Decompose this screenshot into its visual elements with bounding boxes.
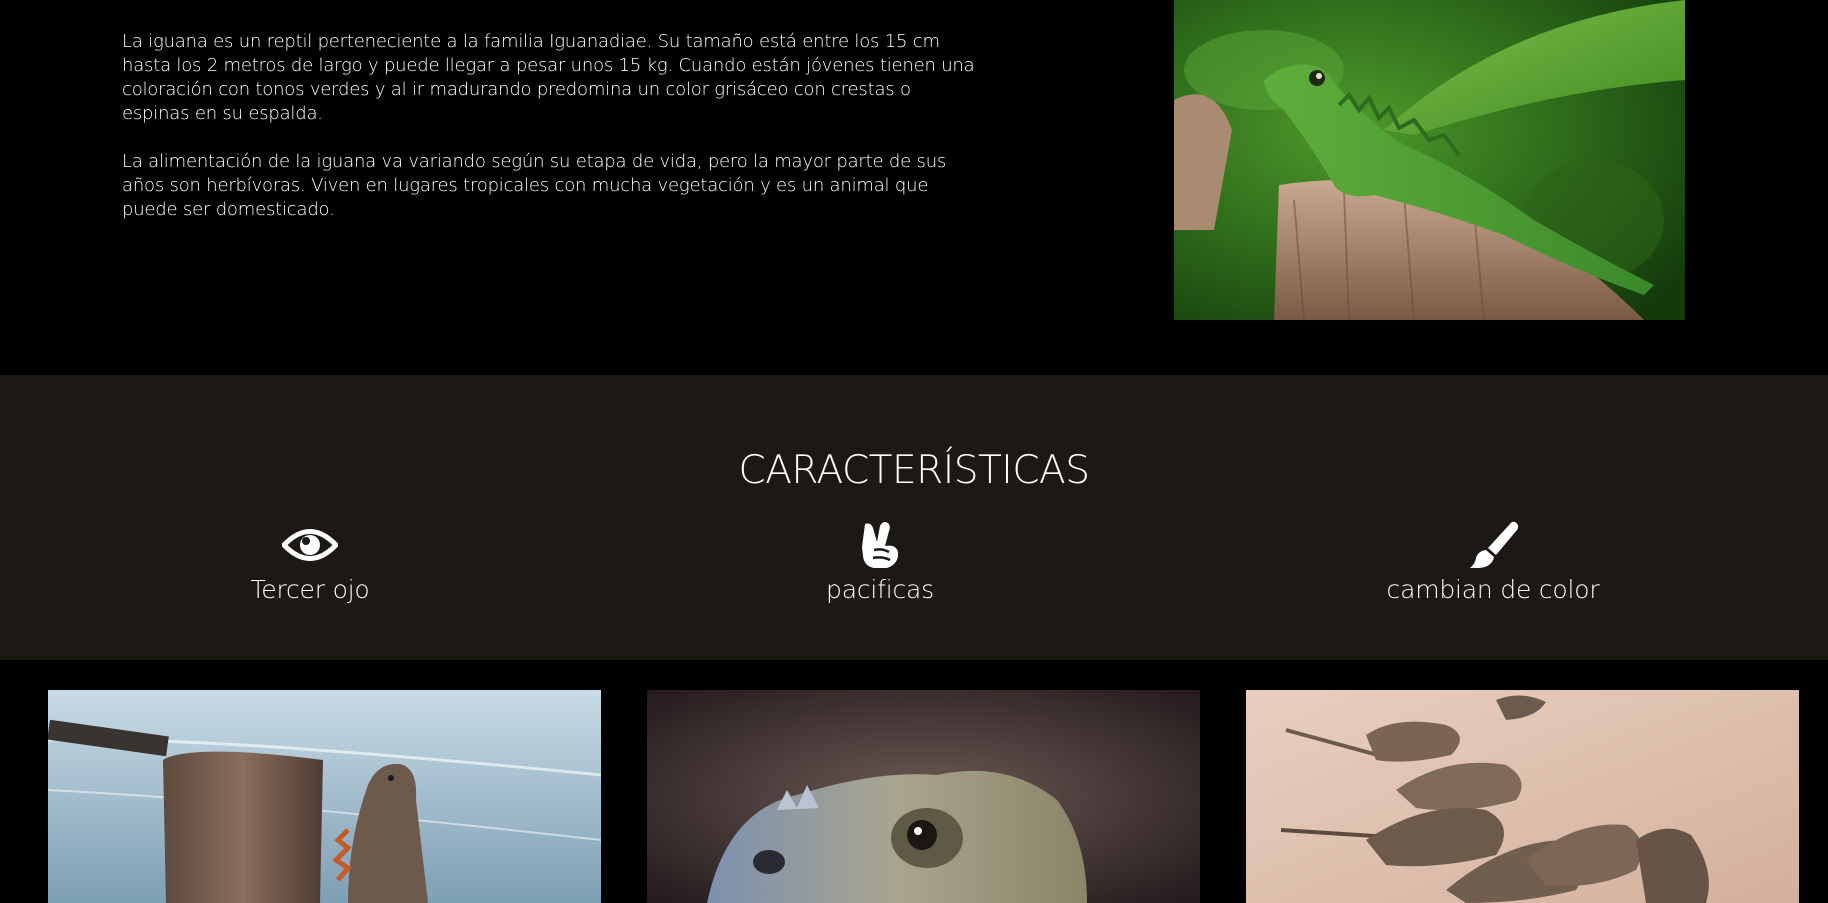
features-section: CARACTERÍSTICAS Tercer ojo pacificas cam… <box>0 375 1828 660</box>
feature-label: pacificas <box>826 575 934 604</box>
features-title: CARACTERÍSTICAS <box>738 448 1090 494</box>
iguana-beach-post-photo <box>48 690 601 903</box>
iguana-closeup-photo <box>647 690 1200 903</box>
peace-hand-icon <box>862 522 899 568</box>
gallery-section <box>0 660 1828 903</box>
eye-icon <box>282 529 338 561</box>
feature-label: Tercer ojo <box>250 575 370 604</box>
gallery-image <box>1246 690 1799 903</box>
intro-paragraph-1: La iguana es un reptil perteneciente a l… <box>122 31 975 124</box>
iguanas-on-sand-photo <box>1246 690 1799 903</box>
intro-paragraph-2: La alimentación de la iguana va variando… <box>122 151 947 220</box>
green-iguana-photo <box>1174 0 1685 320</box>
intro-section: La iguana es un reptil perteneciente a l… <box>0 0 1828 375</box>
intro-text: La iguana es un reptil perteneciente a l… <box>122 30 982 246</box>
feature-label: cambian de color <box>1386 575 1600 604</box>
feature-cambian-de-color: cambian de color <box>1343 520 1643 604</box>
feature-pacificas: pacificas <box>730 520 1030 604</box>
gallery-image <box>647 690 1200 903</box>
feature-tercer-ojo: Tercer ojo <box>160 520 460 604</box>
green-iguana-image <box>1174 0 1685 320</box>
gallery-image <box>48 690 601 903</box>
paint-brush-icon <box>1470 521 1519 568</box>
